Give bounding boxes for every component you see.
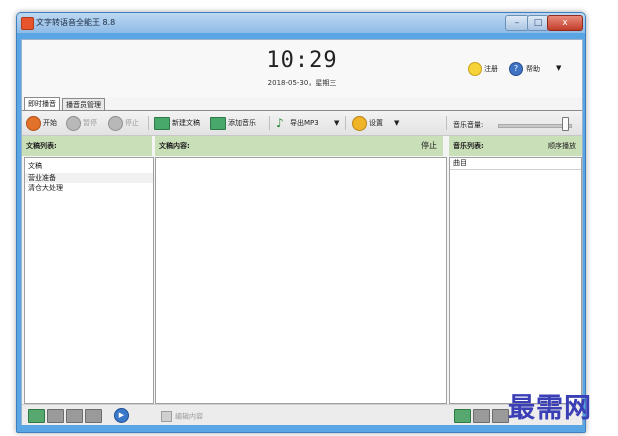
music-volume-label: 音乐音量:	[453, 121, 484, 129]
new-doc-label: 新建文稿	[172, 119, 200, 127]
doc-list-title: 文稿列表:	[26, 142, 57, 150]
doc-content-area[interactable]	[155, 157, 447, 404]
remove-music-icon[interactable]	[473, 409, 490, 423]
export-mp3-label: 导出MP3	[290, 119, 319, 127]
register-label: 注册	[484, 65, 498, 73]
app-logo-icon	[21, 17, 34, 30]
start-button[interactable]: 开始	[26, 115, 57, 131]
settings-icon	[352, 115, 367, 131]
help-dropdown-icon[interactable]: ▼	[556, 64, 561, 72]
edit-content-button[interactable]: 编辑内容	[161, 411, 203, 422]
settings-label: 设置	[369, 119, 383, 127]
add-music-icon	[210, 116, 226, 130]
close-icon: x	[562, 18, 568, 28]
title-bar[interactable]: 文字转语音全能王 8.8 – □ x	[17, 13, 585, 33]
add-doc-icon[interactable]	[28, 409, 45, 423]
new-doc-button[interactable]: 新建文稿	[154, 115, 200, 131]
pause-label: 暂停	[83, 119, 97, 127]
play-mode-toggle[interactable]: 顺序播放	[548, 136, 576, 156]
client-area: 10:29 2018-05-30，星期三 注册 ? 帮助 ▼ 即时播音 播音员管理…	[21, 39, 583, 426]
playback-status: 停止	[421, 141, 437, 150]
maximize-button[interactable]: □	[527, 15, 549, 31]
doc-list[interactable]: 文稿 营业准备 清仓大处理	[24, 157, 154, 404]
edit-icon	[161, 411, 172, 422]
pause-button[interactable]: 暂停	[66, 115, 97, 131]
music-volume-slider[interactable]	[498, 124, 572, 128]
add-music-button[interactable]: 添加音乐	[210, 115, 256, 131]
smiley-icon	[468, 62, 482, 76]
list-item[interactable]: 文稿	[25, 161, 153, 171]
minimize-button[interactable]: –	[505, 15, 529, 31]
toolbar-separator	[446, 116, 447, 130]
close-button[interactable]: x	[547, 15, 583, 31]
doc-list-header: 文稿列表:	[22, 136, 152, 156]
maximize-icon: □	[533, 18, 543, 28]
window-title: 文字转语音全能王 8.8	[36, 18, 116, 27]
export-dropdown-icon[interactable]: ▼	[334, 115, 339, 131]
bottom-toolbar: ▶ 编辑内容	[22, 404, 582, 425]
settings-dropdown-icon[interactable]: ▼	[394, 115, 399, 131]
help-icon: ?	[509, 62, 523, 76]
add-music-small-icon[interactable]	[454, 409, 471, 423]
header: 10:29 2018-05-30，星期三 注册 ? 帮助 ▼	[22, 40, 582, 97]
toolbar: 开始 暂停 停止 新建文稿 添加音乐 ♪ 导出MP3 ▼ 设置 ▼ 音乐音量:	[22, 111, 582, 136]
tab-instant-broadcast[interactable]: 即时播音	[24, 97, 60, 111]
list-item[interactable]: 营业准备	[25, 173, 153, 183]
move-up-icon[interactable]	[66, 409, 83, 423]
toolbar-separator	[148, 116, 149, 130]
play-icon	[26, 115, 41, 131]
start-label: 开始	[43, 119, 57, 127]
add-music-label: 添加音乐	[228, 119, 256, 127]
app-window: 文字转语音全能王 8.8 – □ x 10:29 2018-05-30，星期三 …	[16, 12, 586, 433]
stop-button[interactable]: 停止	[108, 115, 139, 131]
doc-content-header: 文稿内容: 停止	[155, 136, 443, 156]
music-list-title: 音乐列表:	[453, 142, 484, 150]
settings-button[interactable]: 设置	[352, 115, 383, 131]
bottom-play-icon[interactable]: ▶	[114, 408, 129, 423]
pause-icon	[66, 115, 81, 131]
stop-label: 停止	[125, 119, 139, 127]
volume-slider-thumb[interactable]	[561, 117, 569, 131]
music-list-header: 音乐列表: 顺序播放	[449, 136, 582, 156]
toolbar-separator	[269, 116, 270, 130]
minimize-icon: –	[514, 18, 520, 28]
watermark: 最需网	[508, 393, 592, 424]
register-button[interactable]: 注册	[468, 62, 498, 76]
music-list[interactable]: 曲目	[449, 157, 582, 404]
stop-icon	[108, 115, 123, 131]
clock: 10:29	[266, 48, 338, 73]
list-item[interactable]: 清仓大处理	[25, 183, 153, 193]
export-mp3-button[interactable]: ♪ 导出MP3	[276, 115, 319, 131]
toolbar-separator	[345, 116, 346, 130]
move-down-icon[interactable]	[85, 409, 102, 423]
remove-doc-icon[interactable]	[47, 409, 64, 423]
help-label: 帮助	[526, 65, 540, 73]
music-note-icon: ♪	[276, 115, 284, 130]
status-bar	[17, 425, 585, 432]
date-label: 2018-05-30，星期三	[267, 79, 337, 87]
edit-content-label: 编辑内容	[175, 412, 203, 421]
music-move-up-icon[interactable]	[492, 409, 509, 423]
help-button[interactable]: ? 帮助	[509, 62, 540, 76]
music-group-row[interactable]: 曲目	[450, 158, 581, 170]
new-doc-icon	[154, 116, 170, 130]
doc-content-title: 文稿内容:	[159, 142, 190, 150]
